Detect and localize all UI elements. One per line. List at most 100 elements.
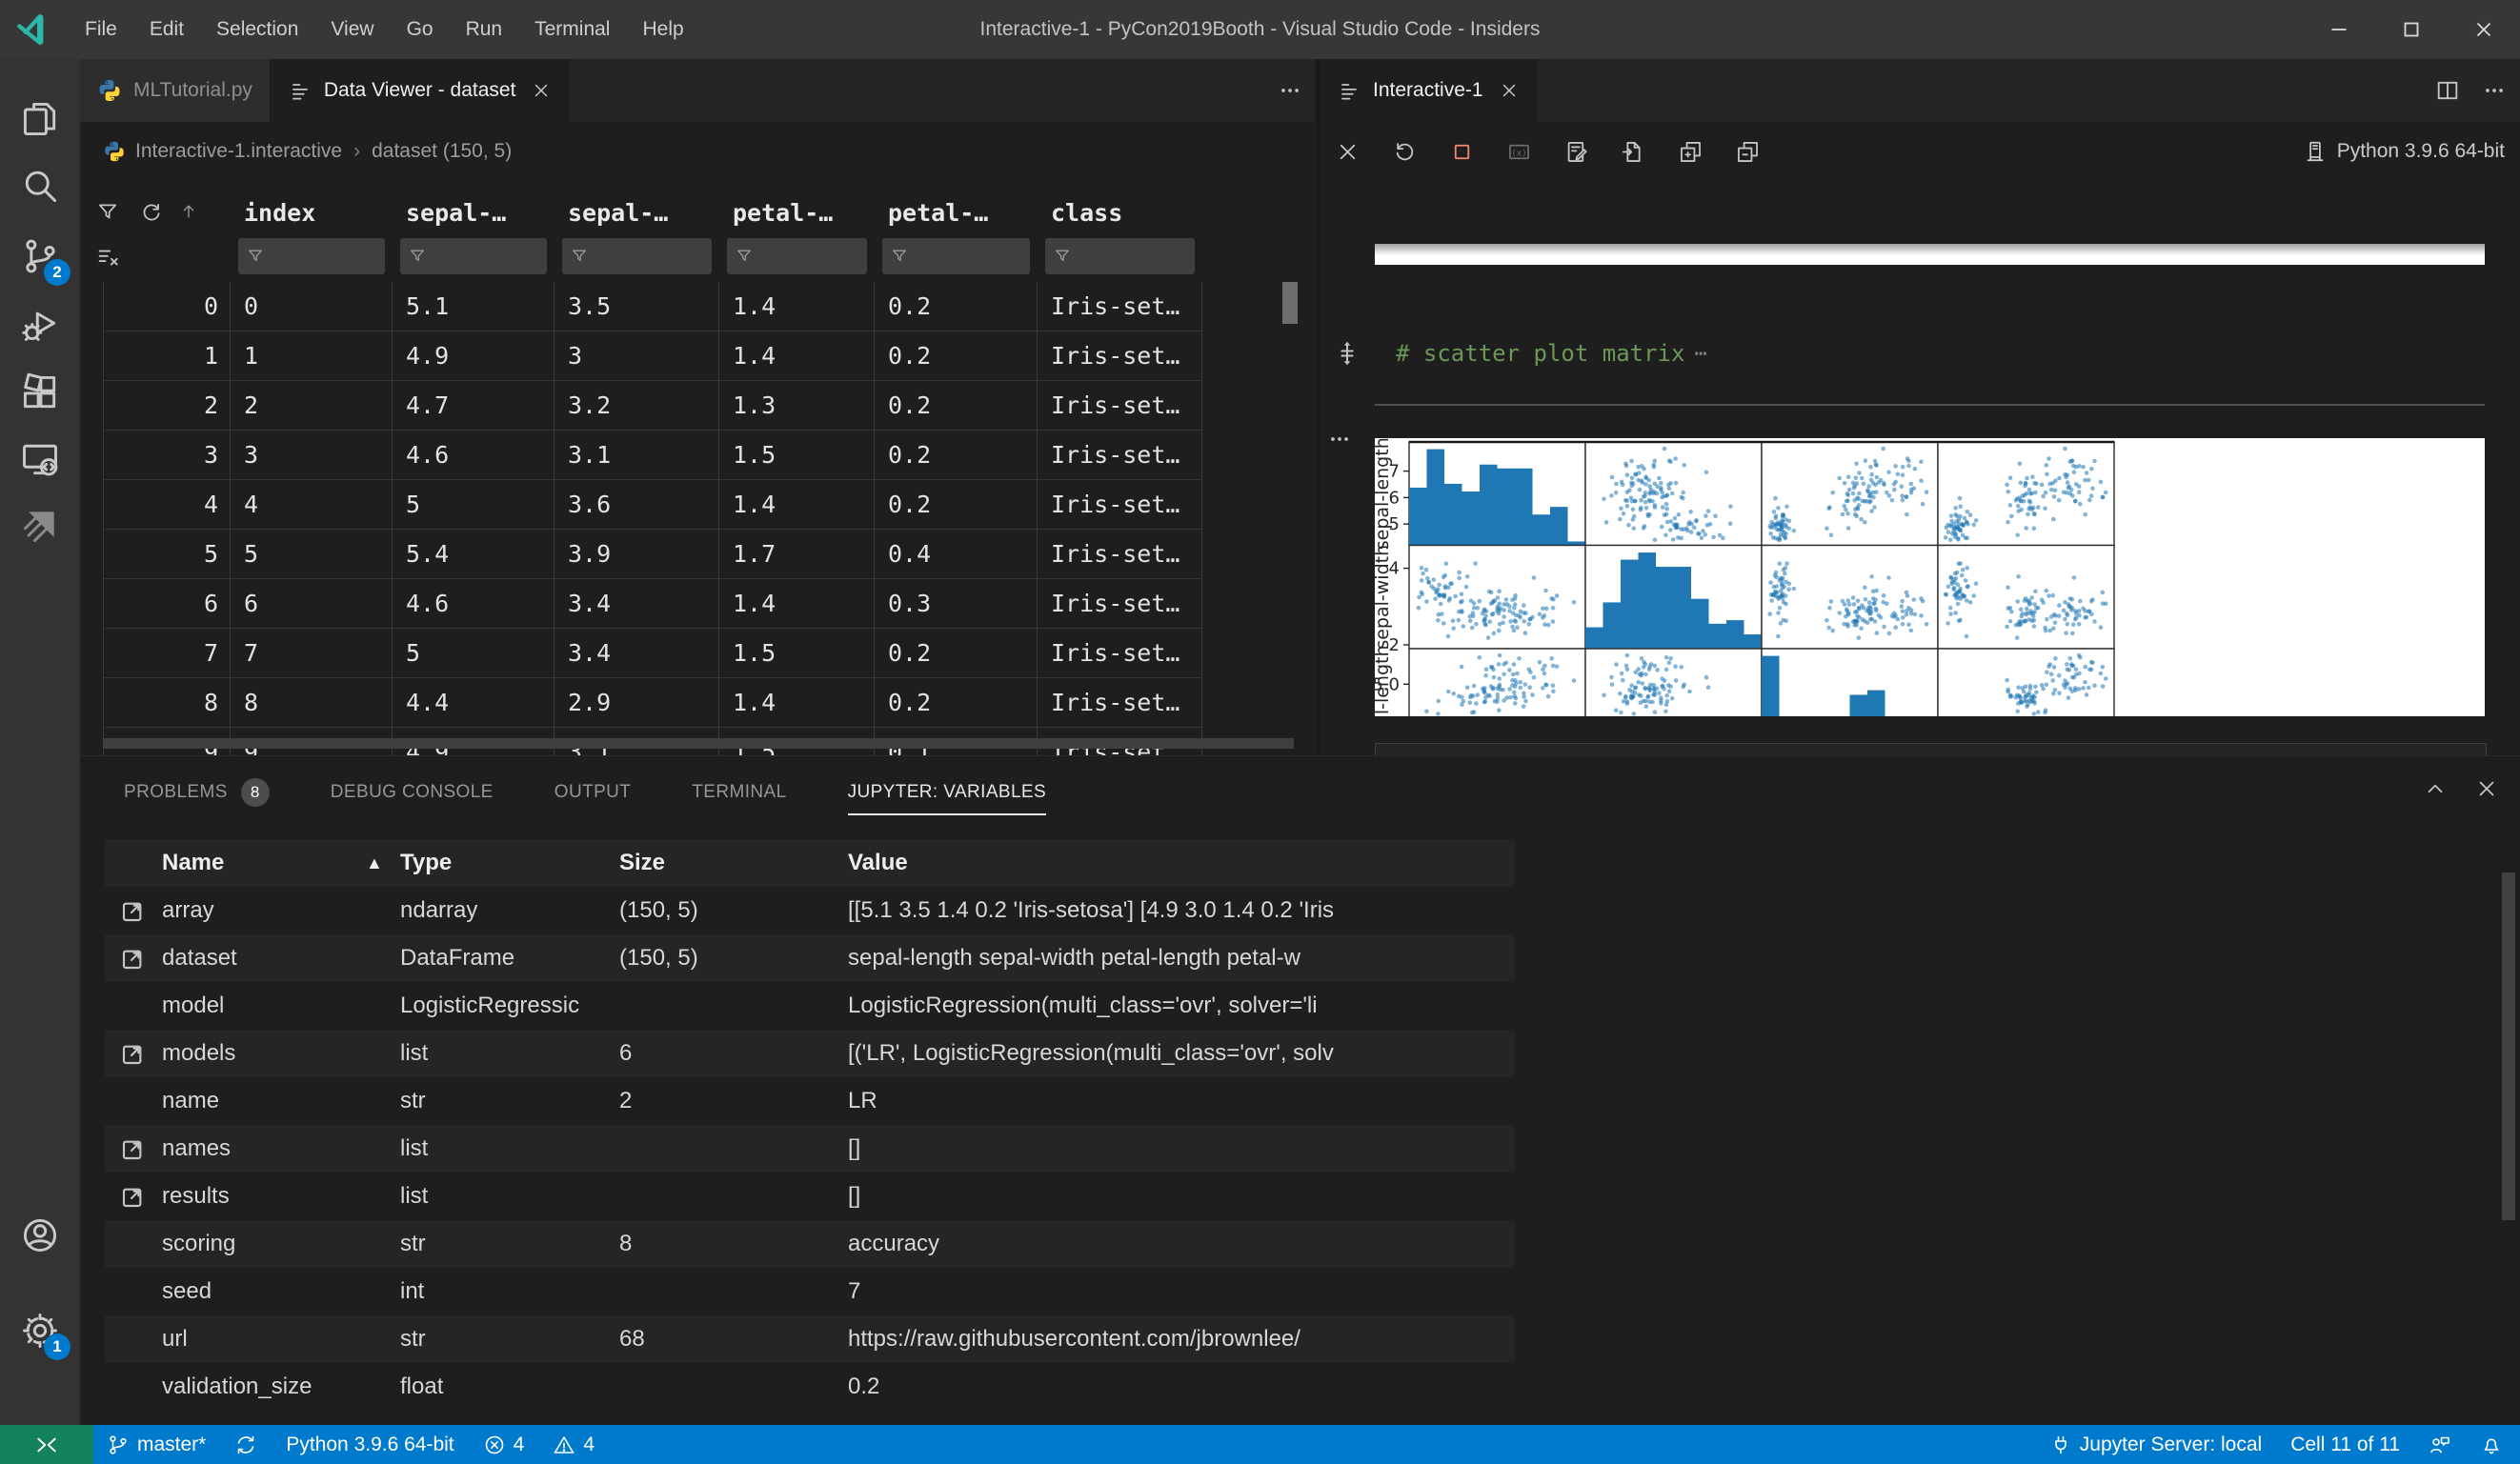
panel-tab-problems[interactable]: PROBLEMS 8 <box>124 770 270 815</box>
breadcrumb-segment[interactable]: dataset (150, 5) <box>372 140 512 163</box>
panel-tab-jupyter-variables[interactable]: JUPYTER: VARIABLES <box>847 770 1047 815</box>
column-header-5[interactable]: class <box>1051 194 1202 232</box>
more-actions-icon[interactable] <box>2482 78 2507 103</box>
maximize-panel-icon[interactable] <box>2423 776 2448 801</box>
close-window-button[interactable] <box>2448 0 2520 59</box>
status-jupyter-server-local[interactable]: Jupyter Server: local <box>2049 1434 2262 1456</box>
refresh-icon[interactable] <box>139 200 164 225</box>
col-header-name[interactable]: Name <box>162 839 391 887</box>
remote-indicator[interactable] <box>0 1425 93 1464</box>
status-cell-11-of-11[interactable]: Cell 11 of 11 <box>2290 1434 2400 1456</box>
menu-go[interactable]: Go <box>391 0 450 59</box>
filter-input[interactable] <box>562 238 712 274</box>
col-header-size[interactable]: Size <box>619 839 838 887</box>
variable-row-models[interactable]: models list 6 [('LR', LogisticRegression(mu… <box>105 1030 1515 1077</box>
variable-row-dataset[interactable]: dataset DataFrame (150, 5) sepal-length sep… <box>105 934 1515 982</box>
status-4[interactable]: 4 <box>483 1434 524 1456</box>
col-header-value[interactable]: Value <box>848 839 1505 887</box>
table-row[interactable]: 5 5 5.4 3.9 1.7 0.4 Iris-set… <box>103 530 1202 579</box>
breadcrumb-segment[interactable]: Interactive-1.interactive <box>135 140 342 163</box>
variables-x-icon[interactable]: (x) <box>1506 139 1532 165</box>
table-row[interactable]: 4 4 5 3.6 1.4 0.2 Iris-set… <box>103 480 1202 530</box>
code-input[interactable]: Type code here and press Shift+Enter to … <box>1375 743 2487 755</box>
menu-view[interactable]: View <box>314 0 390 59</box>
activity-item-run-debug[interactable] <box>0 292 80 359</box>
sort-arrow-icon[interactable] <box>179 202 198 221</box>
python-env-indicator[interactable]: Python 3.9.6 64-bit <box>2303 122 2505 181</box>
status-master[interactable]: master* <box>107 1434 206 1456</box>
activity-item-source-control[interactable]: 2 <box>0 223 80 290</box>
activity-item-extensions[interactable] <box>0 359 80 426</box>
vertical-scrollbar[interactable] <box>1282 282 1298 324</box>
menu-terminal[interactable]: Terminal <box>518 0 626 59</box>
menu-run[interactable]: Run <box>450 0 519 59</box>
activity-item-settings[interactable]: 1 <box>0 1297 80 1364</box>
stop-icon[interactable] <box>1449 139 1475 165</box>
export-notebook-icon[interactable] <box>1563 139 1589 165</box>
horizontal-scrollbar[interactable] <box>103 738 1294 749</box>
filter-input[interactable] <box>882 238 1030 274</box>
filter-icon[interactable] <box>95 200 120 225</box>
table-row[interactable]: 8 8 4.4 2.9 1.4 0.2 Iris-set… <box>103 678 1202 728</box>
panel-tab-debug-console[interactable]: DEBUG CONSOLE <box>331 770 494 815</box>
column-header-3[interactable]: petal-… <box>733 194 875 232</box>
table-row[interactable]: 7 7 5 3.4 1.5 0.2 Iris-set… <box>103 629 1202 678</box>
status-sync[interactable] <box>234 1434 257 1456</box>
table-row[interactable]: 2 2 4.7 3.2 1.3 0.2 Iris-set… <box>103 381 1202 431</box>
column-header-0[interactable]: index <box>244 194 393 232</box>
tab-mltutorial-py[interactable]: MLTutorial.py <box>80 59 271 122</box>
panel-tab-output[interactable]: OUTPUT <box>554 770 632 815</box>
menu-help[interactable]: Help <box>626 0 699 59</box>
maximize-button[interactable] <box>2375 0 2448 59</box>
variable-row-seed[interactable]: seed int 7 <box>105 1268 1515 1315</box>
open-in-data-viewer-icon[interactable] <box>118 1181 149 1212</box>
restart-icon[interactable] <box>1392 139 1418 165</box>
column-header-1[interactable]: sepal-… <box>406 194 554 232</box>
table-row[interactable]: 0 0 5.1 3.5 1.4 0.2 Iris-set… <box>103 282 1202 331</box>
open-in-data-viewer-icon[interactable] <box>118 1038 149 1069</box>
menu-file[interactable]: File <box>69 0 133 59</box>
table-row[interactable]: 1 1 4.9 3 1.4 0.2 Iris-set… <box>103 331 1202 381</box>
minimize-button[interactable] <box>2303 0 2375 59</box>
variable-row-name[interactable]: name str 2 LR <box>105 1077 1515 1125</box>
close-tab-icon[interactable] <box>1499 80 1520 101</box>
cell-more-actions-icon[interactable] <box>1327 427 1352 451</box>
open-in-data-viewer-icon[interactable] <box>118 943 149 973</box>
close-icon[interactable] <box>1335 139 1361 165</box>
more-actions-icon[interactable] <box>1278 78 1302 103</box>
export-script-icon[interactable] <box>1621 139 1646 165</box>
menu-edit[interactable]: Edit <box>133 0 200 59</box>
variable-row-validation_size[interactable]: validation_size float 0.2 <box>105 1363 1515 1411</box>
column-header-4[interactable]: petal-… <box>888 194 1038 232</box>
drag-handle-icon[interactable] <box>1333 333 1361 373</box>
activity-item-account[interactable] <box>0 1202 80 1269</box>
table-row[interactable]: 3 3 4.6 3.1 1.5 0.2 Iris-set… <box>103 431 1202 480</box>
collapsed-code-indicator[interactable]: ⋯ <box>1694 342 1706 366</box>
menu-selection[interactable]: Selection <box>200 0 314 59</box>
variable-row-model[interactable]: model LogisticRegressic LogisticRegression… <box>105 982 1515 1030</box>
status-bell[interactable] <box>2480 1434 2503 1456</box>
table-row[interactable]: 6 6 4.6 3.4 1.4 0.3 Iris-set… <box>103 579 1202 629</box>
filter-input[interactable] <box>400 238 547 274</box>
column-header-2[interactable]: sepal-… <box>568 194 719 232</box>
col-header-type[interactable]: Type <box>400 839 610 887</box>
panel-tab-terminal[interactable]: TERMINAL <box>692 770 786 815</box>
clear-filters-icon[interactable] <box>95 244 122 271</box>
filter-input[interactable] <box>238 238 385 274</box>
panel-scrollbar[interactable] <box>2502 872 2515 1220</box>
split-editor-icon[interactable] <box>2434 77 2461 104</box>
variable-row-names[interactable]: names list [] <box>105 1125 1515 1173</box>
status-4[interactable]: 4 <box>553 1434 595 1456</box>
expand-all-icon[interactable] <box>1678 139 1704 165</box>
activity-item-remote-explorer[interactable] <box>0 426 80 492</box>
tab-interactive-1[interactable]: Interactive-1 <box>1320 59 1538 122</box>
open-in-data-viewer-icon[interactable] <box>118 895 149 926</box>
status-python-3-9-6-64-bit[interactable]: Python 3.9.6 64-bit <box>286 1434 454 1456</box>
variable-row-array[interactable]: array ndarray (150, 5) [[5.1 3.5 1.4 0.2 'I… <box>105 887 1515 934</box>
close-panel-icon[interactable] <box>2474 776 2499 801</box>
filter-input[interactable] <box>727 238 867 274</box>
filter-input[interactable] <box>1045 238 1195 274</box>
status-feedback[interactable] <box>2429 1434 2451 1456</box>
activity-item-files[interactable] <box>0 86 80 152</box>
open-in-data-viewer-icon[interactable] <box>118 1133 149 1164</box>
